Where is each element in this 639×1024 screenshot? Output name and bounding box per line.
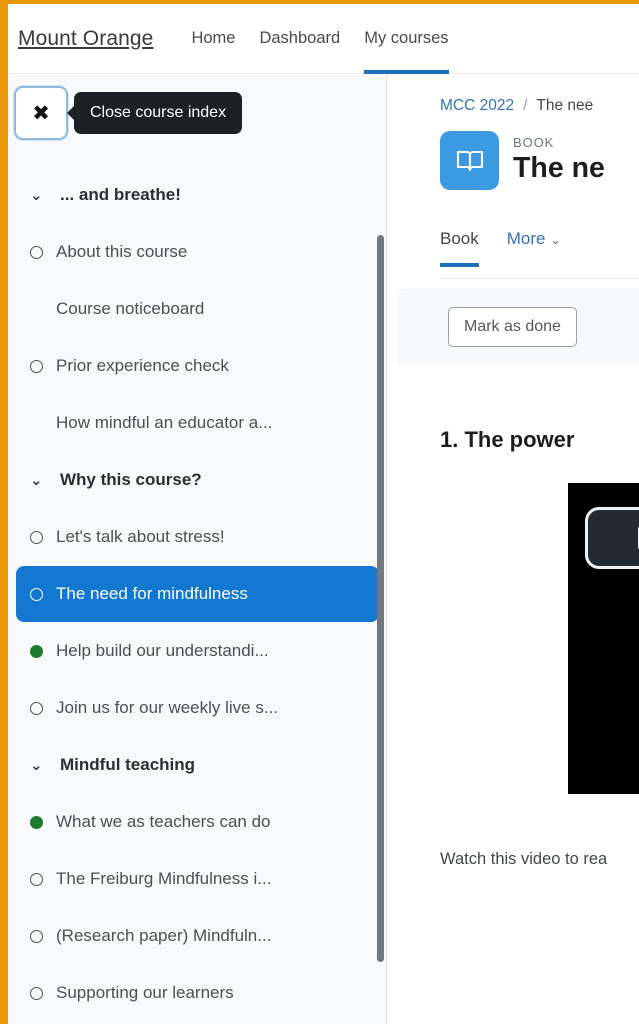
chapter-paragraph: Watch this video to rea bbox=[440, 850, 608, 868]
course-section-label: Mindful teaching bbox=[60, 755, 196, 774]
tab-more-dropdown[interactable]: More ⌄ bbox=[507, 223, 561, 266]
activity-header: BOOK The ne bbox=[388, 115, 639, 190]
course-index-item-what-we-as-teachers-can-do[interactable]: What we as teachers can do bbox=[16, 794, 379, 850]
course-section-header-0[interactable]: ⌄ ... and breathe! bbox=[8, 167, 387, 223]
site-brand-link[interactable]: Mount Orange bbox=[18, 27, 153, 51]
course-index-item-label: Join us for our weekly live s... bbox=[56, 698, 279, 717]
course-index-item-label: What we as teachers can do bbox=[56, 812, 271, 831]
completion-bar: Mark as done bbox=[398, 289, 639, 365]
course-section-header-2[interactable]: ⌄ Mindful teaching bbox=[8, 737, 387, 793]
completion-incomplete-icon bbox=[30, 986, 56, 1000]
window-frame-top bbox=[0, 0, 639, 4]
activity-type-label: BOOK bbox=[513, 135, 555, 150]
completion-incomplete-icon bbox=[30, 587, 56, 601]
course-index-list: ⌄ ... and breathe! About this course Cou… bbox=[8, 155, 387, 1024]
course-index-scrollbar[interactable] bbox=[377, 235, 384, 962]
play-button[interactable] bbox=[585, 507, 639, 569]
close-icon: ✖ bbox=[32, 100, 50, 125]
course-section-label: ... and breathe! bbox=[60, 185, 181, 204]
course-index-item-label: Prior experience check bbox=[56, 356, 229, 375]
completion-complete-icon bbox=[30, 644, 56, 658]
course-index-item-label: How mindful an educator a... bbox=[56, 413, 273, 432]
course-section-header-1[interactable]: ⌄ Why this course? bbox=[8, 452, 387, 508]
book-icon bbox=[440, 131, 499, 190]
course-index-item-how-mindful-an-educator[interactable]: How mindful an educator a... bbox=[16, 395, 379, 451]
close-course-index-tooltip: Close course index bbox=[74, 92, 243, 134]
course-index-item-label: Supporting our learners bbox=[56, 983, 234, 1002]
activity-tab-bar: Book More ⌄ bbox=[440, 223, 639, 279]
course-index-drawer: ✖ Close course index ⌄ ... and breathe! … bbox=[8, 75, 387, 1024]
breadcrumb-current: The nee bbox=[536, 97, 594, 114]
chevron-down-icon: ⌄ bbox=[30, 755, 43, 774]
breadcrumb-separator: / bbox=[523, 97, 528, 114]
completion-incomplete-icon bbox=[30, 701, 56, 715]
app-viewport: Mount Orange Home Dashboard My courses ✖… bbox=[0, 0, 639, 1024]
top-navigation-bar: Mount Orange Home Dashboard My courses bbox=[8, 4, 639, 74]
course-index-item-the-need-for-mindfulness[interactable]: The need for mindfulness bbox=[16, 566, 379, 622]
breadcrumb: MCC 2022 / The nee bbox=[388, 75, 639, 115]
tab-more-label: More bbox=[506, 229, 546, 248]
embedded-video-player[interactable] bbox=[568, 483, 639, 794]
course-index-item-course-noticeboard[interactable]: Course noticeboard bbox=[16, 281, 379, 337]
tab-book[interactable]: Book bbox=[440, 223, 479, 267]
chapter-title: 1. The power bbox=[440, 427, 575, 452]
course-index-item-label: About this course bbox=[56, 242, 188, 261]
course-index-item-lets-talk-about-stress[interactable]: Let's talk about stress! bbox=[16, 509, 379, 565]
window-frame-left bbox=[0, 0, 8, 1024]
chevron-down-icon: ⌄ bbox=[30, 185, 43, 204]
completion-complete-icon bbox=[30, 815, 56, 829]
mark-as-done-button[interactable]: Mark as done bbox=[448, 307, 577, 347]
completion-incomplete-icon bbox=[30, 359, 56, 373]
course-section-label: Why this course? bbox=[60, 470, 202, 489]
course-index-item-about-this-course[interactable]: About this course bbox=[16, 224, 379, 280]
completion-incomplete-icon bbox=[30, 530, 56, 544]
nav-link-dashboard[interactable]: Dashboard bbox=[259, 4, 340, 74]
course-index-item-label: Help build our understandi... bbox=[56, 641, 269, 660]
course-index-item-label: Course noticeboard bbox=[56, 299, 205, 318]
course-index-item-prior-experience-check[interactable]: Prior experience check bbox=[16, 338, 379, 394]
course-index-item-join-us-weekly-live-session[interactable]: Join us for our weekly live s... bbox=[16, 680, 379, 736]
breadcrumb-course-link[interactable]: MCC 2022 bbox=[440, 97, 514, 115]
nav-link-my-courses[interactable]: My courses bbox=[364, 4, 449, 74]
nav-link-home[interactable]: Home bbox=[191, 4, 235, 74]
completion-incomplete-icon bbox=[30, 872, 56, 886]
chevron-down-icon: ⌄ bbox=[550, 233, 561, 247]
completion-incomplete-icon bbox=[30, 929, 56, 943]
course-index-item-freiburg-mindfulness-inventory[interactable]: The Freiburg Mindfulness i... bbox=[16, 851, 379, 907]
close-course-index-button[interactable]: ✖ bbox=[14, 86, 68, 140]
activity-header-text: BOOK The ne bbox=[513, 131, 605, 187]
course-index-item-label: The Freiburg Mindfulness i... bbox=[56, 869, 272, 888]
main-content-region: MCC 2022 / The nee BOOK The ne Book More… bbox=[388, 75, 639, 1024]
course-index-item-research-paper-mindfulness[interactable]: (Research paper) Mindfuln... bbox=[16, 908, 379, 964]
chevron-down-icon: ⌄ bbox=[30, 470, 43, 489]
course-index-item-label: Let's talk about stress! bbox=[56, 527, 225, 546]
course-index-item-label: The need for mindfulness bbox=[56, 584, 248, 603]
course-index-item-label: (Research paper) Mindfuln... bbox=[56, 926, 272, 945]
course-index-item-supporting-our-learners[interactable]: Supporting our learners bbox=[16, 965, 379, 1021]
page-title: The ne bbox=[513, 152, 605, 184]
completion-incomplete-icon bbox=[30, 245, 56, 259]
course-index-item-help-build-our-understanding[interactable]: Help build our understandi... bbox=[16, 623, 379, 679]
